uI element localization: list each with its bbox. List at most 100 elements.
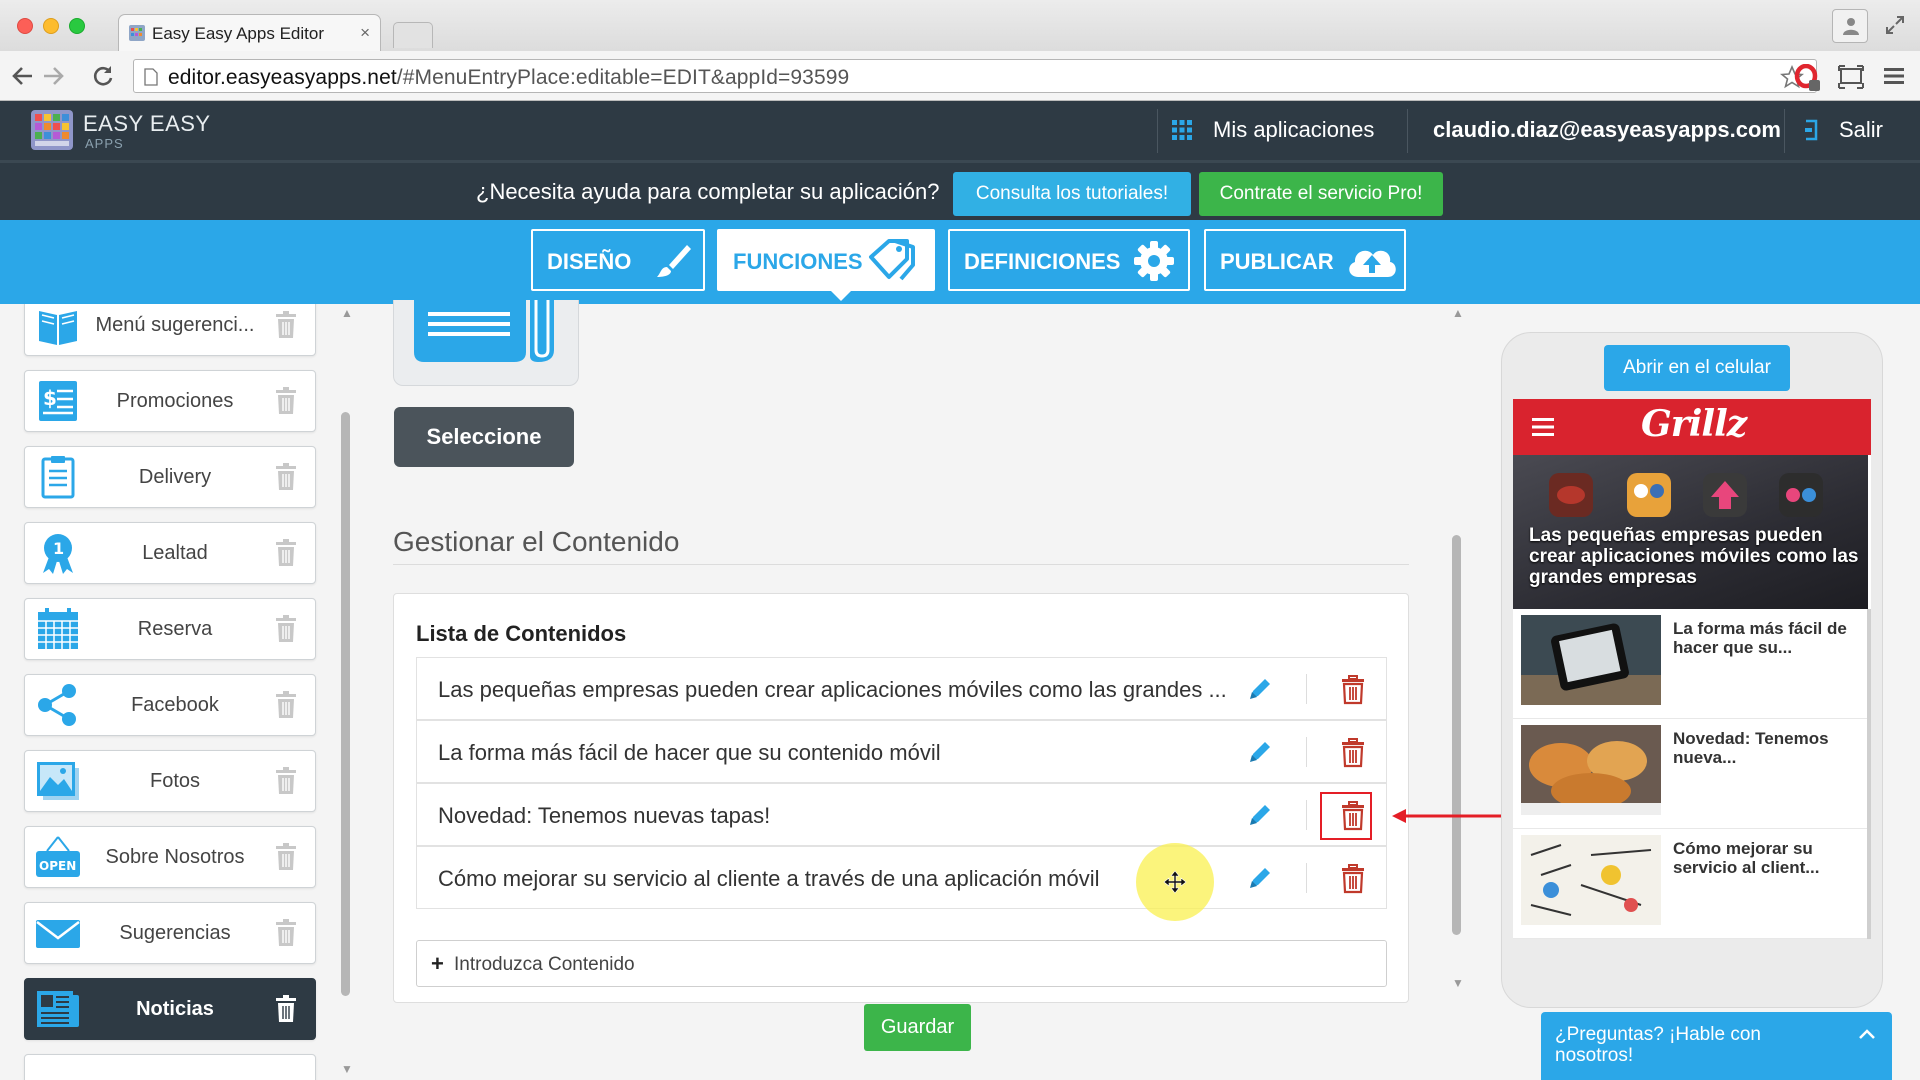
- window-close-button[interactable]: [17, 18, 33, 34]
- editor-scrollbar[interactable]: [1452, 535, 1461, 935]
- forward-arrow-icon[interactable]: [40, 63, 66, 89]
- sidebar-scrollbar[interactable]: [341, 412, 350, 996]
- sidebar-item-next[interactable]: [24, 1054, 316, 1080]
- easy-easy-apps-logo[interactable]: [30, 109, 74, 151]
- sidebar-item-label: Facebook: [131, 694, 219, 716]
- delete-trash-icon[interactable]: [1340, 675, 1366, 705]
- user-email[interactable]: claudio.diaz@easyeasyapps.com: [1433, 117, 1781, 143]
- content-row[interactable]: La forma más fácil de hacer que su conte…: [416, 720, 1387, 783]
- sidebar-item-fotos[interactable]: Fotos: [24, 750, 316, 812]
- trash-icon[interactable]: [275, 691, 297, 719]
- function-sidebar: Menú sugerenci... $ Promociones Delivery: [0, 304, 330, 1080]
- trash-icon[interactable]: [275, 919, 297, 947]
- svg-text:1: 1: [53, 539, 64, 558]
- reload-icon[interactable]: [90, 63, 116, 89]
- preview-app-bar: Grillz: [1513, 399, 1871, 455]
- pencil-icon[interactable]: [1247, 865, 1273, 891]
- trash-icon[interactable]: [275, 311, 297, 339]
- editor-scroll-down-icon[interactable]: ▼: [1452, 976, 1464, 990]
- preview-scrollbar[interactable]: [1867, 609, 1871, 939]
- sidebar-item-facebook[interactable]: Facebook: [24, 674, 316, 736]
- sidebar-item-promociones[interactable]: $ Promociones: [24, 370, 316, 432]
- tab-publicar[interactable]: PUBLICAR: [1204, 229, 1406, 291]
- header-divider: [1407, 109, 1408, 153]
- preview-brand-logo: Grillz: [1641, 403, 1747, 445]
- sidebar-item-delivery[interactable]: Delivery: [24, 446, 316, 508]
- app-header: EASY EASY APPS Mis aplicaciones claudio.…: [0, 101, 1920, 160]
- add-content-label: Introduzca Contenido: [454, 954, 635, 975]
- my-apps-link[interactable]: Mis aplicaciones: [1213, 117, 1374, 143]
- preview-hero[interactable]: Las pequeñas empresas pueden crear aplic…: [1513, 455, 1868, 609]
- trash-icon[interactable]: [275, 995, 297, 1023]
- add-content-input[interactable]: + Introduzca Contenido: [416, 940, 1387, 987]
- open-on-phone-button[interactable]: Abrir en el celular: [1604, 345, 1790, 391]
- main-tabs-bar: DISEÑO FUNCIONES DEFINICIONES PUBLICAR: [0, 220, 1920, 304]
- service-sketch-thumbnail: [1521, 835, 1661, 925]
- chat-widget[interactable]: ¿Preguntas? ¡Hable con nosotros!: [1541, 1012, 1892, 1080]
- tablet-photo-thumbnail: [1521, 615, 1661, 705]
- sidebar-item-reserva[interactable]: Reserva: [24, 598, 316, 660]
- sidebar-item-label: Fotos: [149, 770, 201, 792]
- svg-text:OPEN: OPEN: [39, 859, 76, 873]
- tab-definiciones[interactable]: DEFINICIONES: [948, 229, 1190, 291]
- sidebar-item-label: Lealtad: [142, 542, 208, 564]
- move-cursor: [1136, 843, 1214, 921]
- sidebar-item-lealtad[interactable]: 1 Lealtad: [24, 522, 316, 584]
- window-maximize-button[interactable]: [69, 18, 85, 34]
- hamburger-menu-icon[interactable]: [1531, 416, 1555, 438]
- trash-icon[interactable]: [275, 767, 297, 795]
- logo-subtitle: APPS: [85, 136, 124, 151]
- back-arrow-icon[interactable]: [10, 63, 36, 89]
- app-favicon-icon: [129, 25, 145, 41]
- new-tab-button[interactable]: [393, 22, 433, 48]
- pro-service-button[interactable]: Contrate el servicio Pro!: [1199, 172, 1443, 216]
- apps-grid-icon[interactable]: [1171, 119, 1193, 141]
- tutorials-button[interactable]: Consulta los tutoriales!: [953, 172, 1191, 216]
- sidebar-item-label: Menú sugerenci...: [95, 314, 255, 336]
- content-row[interactable]: Cómo mejorar su servicio al cliente a tr…: [416, 846, 1387, 909]
- sidebar-item-label: Sobre Nosotros: [105, 846, 245, 868]
- logout-icon[interactable]: [1802, 118, 1822, 142]
- pencil-icon[interactable]: [1247, 676, 1273, 702]
- function-icon-preview: [393, 300, 579, 386]
- tab-diseno[interactable]: DISEÑO: [531, 229, 705, 291]
- browser-menu-icon[interactable]: [1882, 66, 1906, 86]
- tab-close-icon[interactable]: ×: [360, 23, 370, 43]
- sidebar-item-sobre-nosotros[interactable]: OPEN Sobre Nosotros: [24, 826, 316, 888]
- trash-icon[interactable]: [275, 615, 297, 643]
- trash-icon[interactable]: [275, 539, 297, 567]
- sidebar-scroll-down-icon[interactable]: ▼: [341, 1062, 353, 1076]
- delete-trash-icon[interactable]: [1340, 864, 1366, 894]
- tab-funciones[interactable]: FUNCIONES: [717, 229, 935, 301]
- cast-screen-icon[interactable]: [1837, 64, 1865, 90]
- select-icon-button[interactable]: Seleccione: [394, 407, 574, 467]
- content-row[interactable]: Las pequeñas empresas pueden crear aplic…: [416, 657, 1387, 720]
- window-minimize-button[interactable]: [43, 18, 59, 34]
- pencil-icon[interactable]: [1247, 739, 1273, 765]
- opera-extension-icon[interactable]: [1794, 64, 1822, 92]
- content-row-title: La forma más fácil de hacer que su conte…: [438, 740, 941, 765]
- sidebar-item-menu[interactable]: Menú sugerenci...: [24, 304, 316, 356]
- logout-link[interactable]: Salir: [1839, 117, 1883, 143]
- preview-news-card[interactable]: La forma más fácil de hacer que su...: [1513, 609, 1871, 719]
- address-bar[interactable]: editor.easyeasyapps.net/#MenuEntryPlace:…: [133, 59, 1817, 93]
- browser-tab[interactable]: Easy Easy Apps Editor ×: [118, 14, 381, 52]
- fullscreen-icon[interactable]: [1884, 14, 1906, 36]
- trash-icon[interactable]: [275, 843, 297, 871]
- editor-scroll-up-icon[interactable]: ▲: [1452, 306, 1464, 320]
- pencil-icon[interactable]: [1247, 802, 1273, 828]
- trash-icon[interactable]: [275, 463, 297, 491]
- preview-news-card[interactable]: Novedad: Tenemos nueva...: [1513, 719, 1871, 829]
- content-row[interactable]: Novedad: Tenemos nuevas tapas!: [416, 783, 1387, 846]
- sidebar-item-noticias[interactable]: Noticias: [24, 978, 316, 1040]
- move-arrows-icon: [1163, 870, 1187, 894]
- sidebar-item-sugerencias[interactable]: Sugerencias: [24, 902, 316, 964]
- profile-button[interactable]: [1832, 9, 1868, 43]
- preview-news-card[interactable]: Cómo mejorar su servicio al client...: [1513, 829, 1871, 939]
- chevron-up-icon[interactable]: [1858, 1028, 1876, 1040]
- trash-icon[interactable]: [275, 387, 297, 415]
- save-button[interactable]: Guardar: [864, 1004, 971, 1051]
- sidebar-scroll-up-icon[interactable]: ▲: [341, 306, 353, 320]
- open-sign-icon: OPEN: [36, 836, 80, 877]
- delete-trash-icon[interactable]: [1340, 738, 1366, 768]
